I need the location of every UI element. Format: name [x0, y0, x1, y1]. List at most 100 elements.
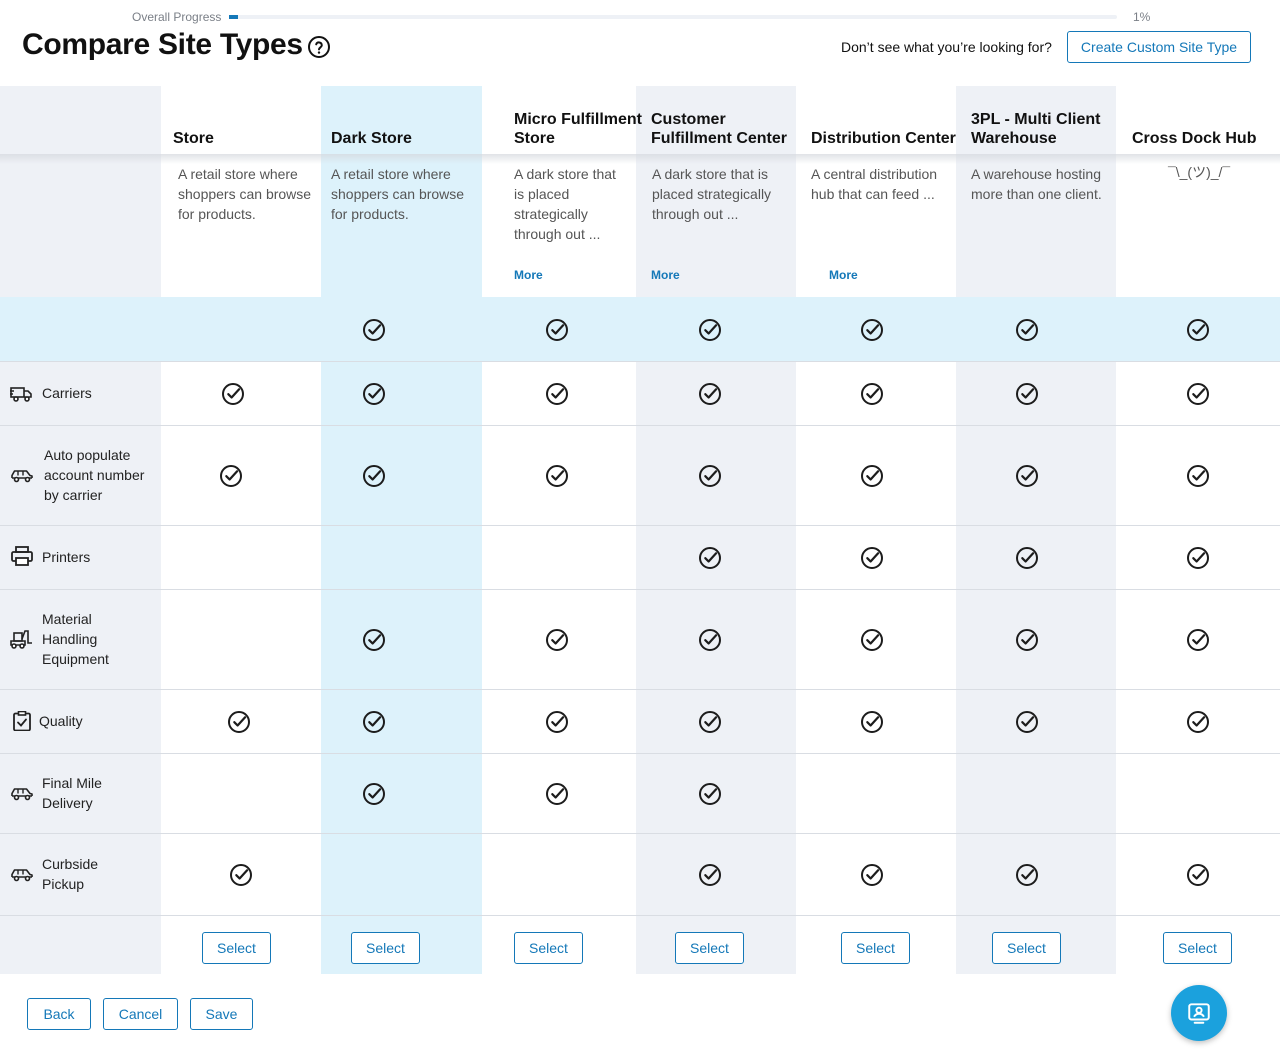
- check-icon: [230, 864, 252, 886]
- row-divider: [0, 915, 1280, 916]
- progress-fill: [229, 15, 238, 19]
- check-icon: [1016, 547, 1038, 569]
- check-icon: [699, 783, 721, 805]
- progress-label: Overall Progress: [132, 10, 222, 24]
- check-icon: [861, 547, 883, 569]
- check-icon: [861, 319, 883, 341]
- check-icon: [546, 465, 568, 487]
- check-icon: [546, 383, 568, 405]
- check-icon: [861, 465, 883, 487]
- check-icon: [363, 383, 385, 405]
- check-icon: [699, 383, 721, 405]
- contact-card-icon: [1188, 1003, 1210, 1024]
- select-button[interactable]: Select: [202, 932, 271, 964]
- row-label: Material Handling Equipment: [42, 611, 109, 667]
- row-divider: [0, 833, 1280, 834]
- row-label: Final Mile Delivery: [42, 775, 102, 811]
- page-title: Compare Site Types: [22, 28, 303, 61]
- check-icon: [861, 711, 883, 733]
- check-icon: [363, 465, 385, 487]
- check-icon: [861, 629, 883, 651]
- column-description: A retail store where shoppers can browse…: [178, 166, 312, 222]
- row-divider: [0, 361, 1280, 362]
- check-icon: [1016, 383, 1038, 405]
- truck-icon: [10, 387, 32, 402]
- check-icon: [699, 864, 721, 886]
- check-icon: [1016, 711, 1038, 733]
- check-icon: [546, 711, 568, 733]
- check-icon: [1187, 711, 1209, 733]
- fab-button[interactable]: [1171, 985, 1227, 1041]
- check-icon: [699, 319, 721, 341]
- forklift-icon: [10, 630, 32, 649]
- check-icon: [699, 547, 721, 569]
- check-icon: [699, 629, 721, 651]
- column-title: Distribution Center: [811, 130, 956, 147]
- highlight-row: [0, 297, 1280, 361]
- row-divider: [0, 425, 1280, 426]
- select-button[interactable]: Select: [675, 932, 744, 964]
- check-icon: [222, 383, 244, 405]
- column-title: Cross Dock Hub: [1132, 130, 1257, 147]
- column-description: A dark store that is placed strategicall…: [514, 166, 616, 242]
- column-background: [956, 86, 1116, 974]
- select-button[interactable]: Select: [841, 932, 910, 964]
- column-description: A retail store where shoppers can browse…: [331, 166, 465, 222]
- check-icon: [1187, 864, 1209, 886]
- check-icon: [1187, 383, 1209, 405]
- help-icon[interactable]: [307, 35, 331, 59]
- check-icon: [363, 629, 385, 651]
- check-icon: [546, 319, 568, 341]
- printer-icon: [11, 546, 33, 566]
- check-icon: [1016, 864, 1038, 886]
- car-icon: [11, 869, 33, 882]
- more-link[interactable]: More: [514, 268, 543, 282]
- create-custom-site-type-button[interactable]: Create Custom Site Type: [1067, 31, 1251, 63]
- check-icon: [1187, 319, 1209, 341]
- row-divider: [0, 753, 1280, 754]
- check-icon: [546, 629, 568, 651]
- check-icon: [1016, 465, 1038, 487]
- check-icon: [699, 465, 721, 487]
- car-icon: [11, 470, 33, 483]
- check-icon: [220, 465, 242, 487]
- column-title: Dark Store: [331, 130, 412, 147]
- save-button[interactable]: Save: [190, 998, 253, 1030]
- column-background: [796, 86, 956, 974]
- more-link[interactable]: More: [651, 268, 680, 282]
- column-title: Micro Fulfillment Store: [514, 111, 642, 147]
- row-divider: [0, 525, 1280, 526]
- select-button[interactable]: Select: [992, 932, 1061, 964]
- column-description: ¯\_(ツ)_/¯: [1168, 164, 1231, 180]
- select-button[interactable]: Select: [351, 932, 420, 964]
- column-background: [1116, 86, 1280, 974]
- row-divider: [0, 689, 1280, 690]
- select-button[interactable]: Select: [514, 932, 583, 964]
- clipboard-check-icon: [13, 711, 31, 731]
- check-icon: [699, 711, 721, 733]
- check-icon: [1016, 629, 1038, 651]
- row-divider: [0, 589, 1280, 590]
- check-icon: [1187, 547, 1209, 569]
- check-icon: [861, 383, 883, 405]
- cancel-button[interactable]: Cancel: [103, 998, 178, 1030]
- check-icon: [861, 864, 883, 886]
- row-label: Carriers: [42, 385, 92, 401]
- help-text: Don’t see what you’re looking for?: [841, 39, 1052, 55]
- check-icon: [1187, 465, 1209, 487]
- column-description: A central distribution hub that can feed…: [811, 166, 938, 202]
- row-label: Curbside Pickup: [42, 856, 99, 892]
- column-title: Store: [173, 130, 214, 147]
- header-shadow: [0, 154, 1280, 164]
- row-label: Auto populate account number by carrier: [44, 447, 145, 503]
- check-icon: [363, 783, 385, 805]
- check-icon: [363, 711, 385, 733]
- back-button[interactable]: Back: [27, 998, 91, 1030]
- column-title: Customer Fulfillment Center: [651, 111, 788, 147]
- check-icon: [228, 711, 250, 733]
- more-link[interactable]: More: [829, 268, 858, 282]
- progress-percent: 1%: [1133, 10, 1151, 24]
- column-title: 3PL - Multi Client Warehouse: [971, 111, 1101, 147]
- progress-track: [229, 15, 1117, 19]
- select-button[interactable]: Select: [1163, 932, 1232, 964]
